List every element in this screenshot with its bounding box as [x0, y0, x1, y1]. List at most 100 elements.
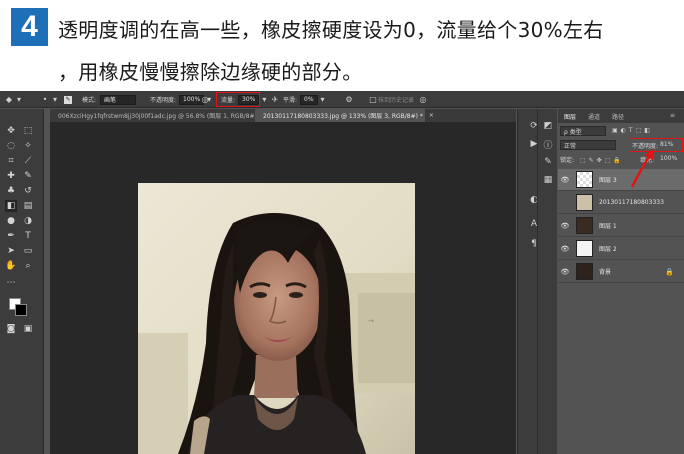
dropdown-arrow-icon: ▾	[320, 95, 325, 104]
background-color-swatch[interactable]	[15, 304, 27, 316]
pressure-size-icon: ◎	[419, 95, 427, 104]
document-photo[interactable]: →	[138, 183, 415, 454]
lock-fill-row: 锁定: ⬚✎✥⬚🔒 填充: 100%	[560, 155, 682, 164]
tab-layers[interactable]: 图层	[564, 112, 576, 121]
opacity-label: 不透明度:	[150, 97, 177, 104]
hand-icon[interactable]: ✋	[5, 260, 17, 272]
dropdown-arrow-icon: ▾	[16, 95, 21, 104]
panel-dock-2: ◩ ⓘ ✎ ▦	[537, 109, 557, 454]
path-select-icon[interactable]: ➤	[5, 245, 17, 257]
more-tools-icon[interactable]: ⋯	[5, 277, 17, 289]
tab-paths[interactable]: 路径	[612, 112, 624, 121]
brush-panel-toggle[interactable]: ✎	[64, 94, 72, 105]
history-brush-icon[interactable]: ↺	[22, 185, 34, 197]
tab-document-2[interactable]: 20130117180803333.jpg @ 133% (图层 3, RGB/…	[255, 109, 434, 122]
layer-thumbnail	[576, 171, 593, 188]
erase-to-history-option[interactable]: □ 抹到历史记录	[368, 94, 414, 105]
annotation-arrow	[630, 149, 653, 188]
eraser-icon[interactable]: ◧	[5, 200, 17, 212]
mode-label: 模式:	[82, 97, 97, 104]
eyedropper-icon[interactable]: ⟋	[22, 155, 34, 167]
layers-panel: 图层 通道 路径 ≡ ρ 类型 ▣◐T⬚◧ 正常 不透明度: 81% 锁定: ⬚…	[558, 109, 684, 454]
pressure-opacity-icon: ◎	[201, 95, 209, 104]
eye-icon[interactable]: 👁	[558, 222, 572, 230]
brush-preset-picker[interactable]: • ▾	[40, 94, 60, 105]
mode-control: 模式: 画笔	[82, 94, 137, 105]
tools-panel: ✥ ⬚ ◌ ✧ ⌗ ⟋ ✚ ✎ ♣ ↺ ◧ ▤ ● ◑ ✒ T ➤ ▭ ✋ ⌕ …	[0, 109, 44, 454]
layer-thumbnail	[576, 217, 593, 234]
quick-mask-icon[interactable]: ◙	[5, 323, 17, 335]
screen-mode-icon[interactable]: ▣	[22, 323, 34, 335]
layer-row[interactable]: 👁 图层 1	[558, 215, 684, 237]
smoothing-control: 平滑: 0% ▾	[283, 94, 328, 105]
type-icon[interactable]: T	[22, 230, 34, 242]
healing-icon[interactable]: ✚	[5, 170, 17, 182]
pressure-size-toggle[interactable]: ◎	[418, 94, 428, 105]
stamp-icon[interactable]: ♣	[5, 185, 17, 197]
layer-thumbnail	[576, 263, 593, 280]
panel-menu-icon[interactable]: ≡	[670, 112, 675, 119]
zoom-icon[interactable]: ⌕	[22, 260, 34, 272]
shape-icon[interactable]: ▭	[22, 245, 34, 257]
layer-filter-row: ρ 类型 ▣◐T⬚◧	[560, 126, 682, 136]
lock-icon: 🔒	[665, 267, 674, 276]
layer-row[interactable]: 👁 图层 2	[558, 238, 684, 260]
layer-filter-select[interactable]: ρ 类型	[560, 126, 606, 136]
brush-size-icon: •	[42, 95, 48, 104]
lock-icons[interactable]: ⬚✎✥⬚🔒	[580, 157, 624, 164]
canvas-area[interactable]: →	[50, 122, 516, 454]
close-icon[interactable]: ×	[429, 112, 434, 119]
mode-select[interactable]: 画笔	[100, 94, 137, 105]
options-bar: ◆ ▾ • ▾ ✎ 模式: 画笔 不透明度: 100% ▾ ◎ 流量: 30% …	[0, 91, 684, 108]
move-icon[interactable]: ✥	[5, 125, 17, 137]
eye-icon[interactable]: 👁	[558, 268, 572, 276]
dodge-icon[interactable]: ◑	[22, 215, 34, 227]
dropdown-arrow-icon: ▾	[52, 95, 57, 104]
airbrush-toggle[interactable]: ✈	[270, 94, 280, 105]
gear-icon: ⚙	[345, 95, 353, 104]
flow-highlight	[216, 92, 260, 107]
tab-channels[interactable]: 通道	[588, 112, 600, 121]
brush-icon[interactable]: ✎	[22, 170, 34, 182]
blend-mode-select[interactable]: 正常	[560, 140, 616, 150]
brush-panel-icon: ✎	[64, 95, 72, 104]
step-number-badge: 4	[11, 8, 48, 46]
checkbox-icon: □	[369, 95, 377, 104]
crop-icon[interactable]: ⌗	[5, 155, 17, 167]
instruction-line-1: 透明度调的在高一些，橡皮擦硬度设为0，流量给个30%左右	[58, 18, 604, 42]
pressure-opacity-toggle[interactable]: ◎	[200, 94, 210, 105]
eye-icon[interactable]: 👁	[558, 245, 572, 253]
filter-icons[interactable]: ▣◐T⬚◧	[612, 127, 653, 134]
layer-thumbnail	[576, 240, 593, 257]
quick-select-icon[interactable]: ✧	[22, 140, 34, 152]
layer-row[interactable]: 👁 背景 🔒	[558, 261, 684, 283]
layers-panel-tabs: 图层 通道 路径 ≡	[558, 109, 684, 123]
smoothing-options[interactable]: ⚙	[344, 94, 354, 105]
swatches-panel-icon[interactable]: ▦	[541, 173, 555, 187]
brush-settings-icon[interactable]: ✎	[541, 155, 555, 169]
tool-preset-picker[interactable]: ◆ ▾	[4, 94, 24, 105]
portrait-image: →	[138, 183, 415, 454]
tutorial-banner: 4 透明度调的在高一些，橡皮擦硬度设为0，流量给个30%左右 ，用橡皮慢慢擦除边…	[0, 0, 684, 91]
lock-label: 锁定:	[560, 157, 575, 164]
lasso-icon[interactable]: ◌	[5, 140, 17, 152]
eraser-preset-icon: ◆	[5, 95, 13, 104]
photoshop-window: ◆ ▾ • ▾ ✎ 模式: 画笔 不透明度: 100% ▾ ◎ 流量: 30% …	[0, 91, 684, 454]
layer-row[interactable]: 👁 图层 3	[558, 169, 684, 191]
layer-thumbnail	[576, 194, 593, 211]
eye-icon[interactable]: 👁	[558, 176, 572, 184]
instruction-line-2: ，用橡皮慢慢擦除边缘硬的部分。	[58, 60, 363, 84]
marquee-icon[interactable]: ⬚	[22, 125, 34, 137]
layer-row[interactable]: 20130117180803333	[558, 192, 684, 214]
smoothing-input[interactable]: 0%	[300, 94, 318, 105]
navigator-panel-icon[interactable]: ◩	[541, 119, 555, 133]
airbrush-icon: ✈	[271, 95, 279, 104]
dropdown-arrow-icon: ▾	[262, 95, 267, 104]
tab-document-1[interactable]: 006XzciHgy1fqfrstwm8jj30j00f1adc.jpg @ 5…	[50, 109, 273, 122]
pen-icon[interactable]: ✒	[5, 230, 17, 242]
info-panel-icon[interactable]: ⓘ	[541, 137, 555, 151]
document-tabs: 006XzciHgy1fqfrstwm8jj30j00f1adc.jpg @ 5…	[50, 109, 516, 122]
fill-input[interactable]: 100%	[660, 155, 677, 162]
blur-icon[interactable]: ●	[5, 215, 17, 227]
gradient-icon[interactable]: ▤	[22, 200, 34, 212]
